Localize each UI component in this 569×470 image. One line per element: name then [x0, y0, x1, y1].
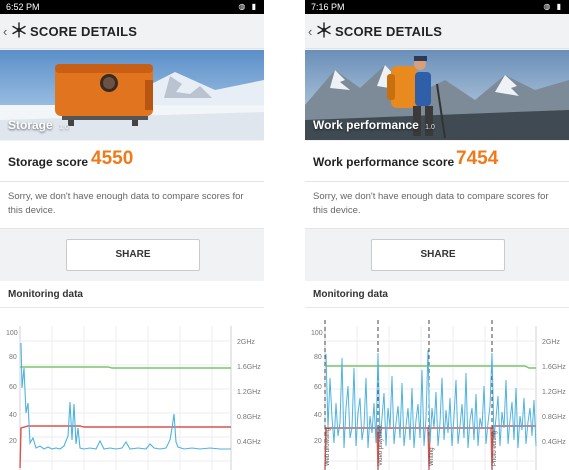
status-icons: ◍ ▮	[238, 2, 258, 11]
share-area: SHARE	[305, 229, 569, 281]
status-bar: 6:52 PM ◍ ▮	[0, 0, 264, 14]
section-label-web-browsing: Web browsing	[325, 428, 331, 466]
monitoring-panel: Monitoring data 100 80 60 40 20 2GHz 1.6…	[305, 281, 569, 470]
work-performance-hero-image: Work performance 1.0	[305, 50, 569, 140]
monitoring-chart: 100 80 60 40 20 2GHz 1.6GHz 1.2GHz 0.8GH…	[6, 326, 261, 470]
status-time: 7:16 PM	[311, 2, 345, 12]
page-title: SCORE DETAILS	[335, 24, 443, 39]
app-bar: ‹ SCORE DETAILS	[0, 14, 264, 49]
y-tick-100: 100	[311, 330, 323, 337]
score-card: Work performance score 7454	[305, 141, 569, 182]
y-tick-60: 60	[314, 384, 322, 391]
y2-tick-2ghz: 2GHz	[542, 339, 560, 346]
score-card: Storage score 4550	[0, 141, 264, 182]
y2-tick-0-8ghz: 0.8GHz	[237, 414, 261, 421]
y2-tick-0-4ghz: 0.4GHz	[542, 439, 566, 446]
share-button[interactable]: SHARE	[371, 239, 505, 271]
hero-label: Work performance 1.0	[313, 118, 435, 132]
score-value: 7454	[456, 148, 499, 169]
hero-title: Work performance	[313, 118, 419, 132]
score-value: 4550	[91, 148, 134, 169]
y-tick-20: 20	[9, 438, 17, 445]
y2-tick-1-2ghz: 1.2GHz	[237, 389, 261, 396]
score-label: Storage score	[8, 155, 89, 169]
y2-tick-1-6ghz: 1.6GHz	[542, 364, 566, 371]
status-bar: 7:16 PM ◍ ▮	[305, 0, 569, 14]
monitoring-panel: Monitoring data 100 80 60 40 20 2GHz 1.6…	[0, 281, 264, 470]
monitoring-chart: 100 80 60 40 20 2GHz 1.6GHz 1.2GHz 0.8GH…	[311, 320, 566, 470]
status-time: 6:52 PM	[6, 2, 40, 12]
snowflake-logo-icon	[317, 22, 331, 38]
y-tick-40: 40	[314, 412, 322, 419]
hero-version: 1.0	[59, 124, 69, 131]
score-label: Work performance score	[313, 155, 455, 169]
share-area: SHARE	[0, 229, 264, 281]
monitoring-title: Monitoring data	[313, 289, 388, 300]
y-tick-40: 40	[9, 412, 17, 419]
hero-label: Storage 1.0	[8, 118, 69, 132]
y2-tick-2ghz: 2GHz	[237, 339, 255, 346]
page-title: SCORE DETAILS	[30, 24, 138, 39]
hero-version: 1.0	[425, 124, 435, 131]
section-label-photo-editing: Photo editing	[492, 431, 498, 466]
comparison-message: Sorry, we don't have enough data to comp…	[305, 182, 569, 229]
section-label-writing: Writing	[429, 447, 435, 466]
y-tick-80: 80	[9, 354, 17, 361]
snowflake-logo-icon	[12, 22, 26, 38]
back-chevron-icon[interactable]: ‹	[3, 24, 7, 39]
y2-tick-0-8ghz: 0.8GHz	[542, 414, 566, 421]
status-icons: ◍ ▮	[543, 2, 563, 11]
y-tick-20: 20	[314, 438, 322, 445]
y2-tick-1-6ghz: 1.6GHz	[237, 364, 261, 371]
share-button[interactable]: SHARE	[66, 239, 200, 271]
back-chevron-icon[interactable]: ‹	[308, 24, 312, 39]
section-label-video-playback: Video playback	[378, 424, 384, 466]
app-bar: ‹ SCORE DETAILS	[305, 14, 569, 49]
y-tick-80: 80	[314, 354, 322, 361]
storage-hero-image: Storage 1.0	[0, 50, 264, 140]
y2-tick-1-2ghz: 1.2GHz	[542, 389, 566, 396]
y2-tick-0-4ghz: 0.4GHz	[237, 439, 261, 446]
hero-title: Storage	[8, 118, 53, 132]
separator	[264, 0, 305, 470]
y-tick-60: 60	[9, 384, 17, 391]
comparison-message-text: Sorry, we don't have enough data to comp…	[313, 191, 549, 216]
comparison-message: Sorry, we don't have enough data to comp…	[0, 182, 264, 229]
y-tick-100: 100	[6, 330, 18, 337]
monitoring-title: Monitoring data	[8, 289, 83, 300]
storage-score-screen: 6:52 PM ◍ ▮ ‹ SCORE DETAILS Storage 1.0 …	[0, 0, 264, 470]
work-performance-screen: 7:16 PM ◍ ▮ ‹ SCORE DETAILS Work perform…	[305, 0, 569, 470]
comparison-message-text: Sorry, we don't have enough data to comp…	[8, 191, 244, 216]
